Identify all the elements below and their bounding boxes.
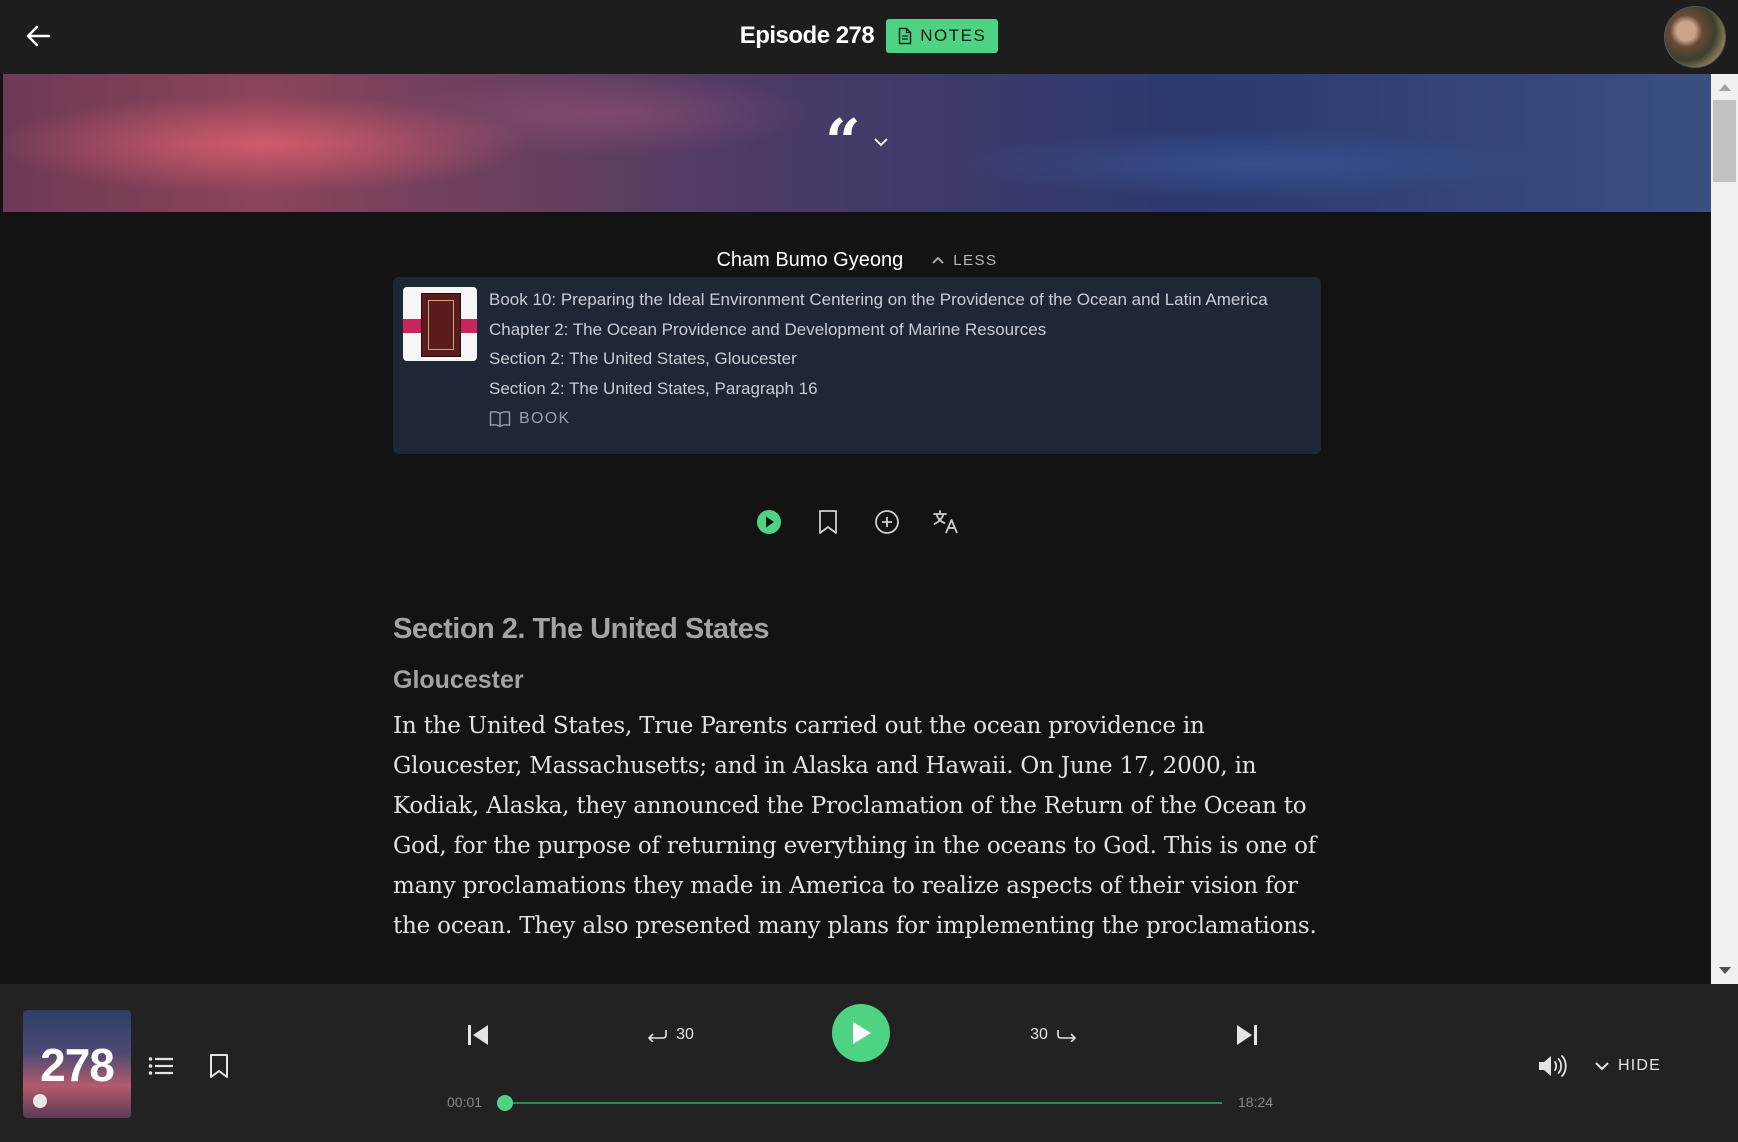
chevron-down-icon [1595, 1062, 1609, 1071]
translate-icon [932, 510, 958, 534]
action-bar [3, 507, 1711, 543]
total-time: 18:24 [1238, 1094, 1274, 1110]
title-group: Episode 278 NOTES [0, 18, 1738, 54]
paragraph-text: In the United States, True Parents carri… [393, 713, 1317, 939]
rewind-30-button[interactable]: 30 [640, 1018, 700, 1052]
vertical-scrollbar[interactable] [1711, 74, 1738, 984]
play-circle-icon [756, 510, 781, 534]
section-line: Section 2: The United States, Gloucester [489, 349, 797, 368]
paragraph-line: Section 2: The United States, Paragraph … [489, 378, 818, 398]
book-button[interactable]: BOOK [489, 410, 570, 428]
progress-track[interactable] [504, 1102, 1222, 1104]
list-icon [148, 1057, 173, 1075]
subsection-title: Gloucester [393, 666, 524, 694]
forward-30-button[interactable]: 30 [1024, 1018, 1084, 1052]
play-paragraph-button[interactable] [754, 507, 784, 537]
book-cover-image [403, 287, 477, 361]
chevron-up-icon [932, 256, 944, 264]
top-bar: Episode 278 NOTES [0, 0, 1738, 74]
play-button[interactable] [832, 1004, 890, 1062]
book-reference-lines: Book 10: Preparing the Ideal Environment… [489, 285, 1311, 403]
skip-next-icon [1237, 1025, 1257, 1045]
rewind-label: 30 [676, 1026, 694, 1043]
bookmark-icon [210, 1054, 228, 1078]
episode-thumbnail[interactable]: 278 [23, 1010, 131, 1118]
volume-icon [1539, 1055, 1567, 1077]
chapter-line: Chapter 2: The Ocean Providence and Deve… [489, 319, 1047, 339]
add-paragraph-button[interactable] [872, 507, 902, 537]
document-icon [899, 27, 912, 45]
scroll-down-arrow-icon[interactable] [1719, 967, 1731, 974]
article-body: Section 2. The United States Gloucester … [393, 604, 1333, 946]
scroll-thumb[interactable] [1713, 100, 1736, 182]
chevron-down-icon [874, 138, 888, 147]
quote-toggle[interactable]: “ [825, 105, 889, 178]
section-title: Section 2. The United States [393, 613, 769, 645]
player-bookmark-button[interactable] [201, 1048, 237, 1084]
less-button[interactable]: LESS [931, 252, 997, 269]
playlist-button[interactable] [143, 1048, 179, 1084]
avatar[interactable] [1664, 6, 1726, 68]
source-name: Cham Bumo Gyeong [716, 248, 904, 271]
book-reference-card: Book 10: Preparing the Ideal Environment… [393, 277, 1321, 454]
notes-button[interactable]: NOTES [886, 19, 999, 53]
notes-label: NOTES [920, 26, 987, 45]
hide-player-button[interactable]: HIDE [1594, 1052, 1661, 1080]
podcast-logo-icon [33, 1094, 47, 1108]
source-header: Cham Bumo Gyeong LESS [3, 242, 1711, 278]
forward-label: 30 [1030, 1026, 1048, 1043]
open-book-icon [489, 411, 511, 428]
bookmark-paragraph-button[interactable] [813, 507, 843, 537]
add-circle-icon [874, 510, 899, 534]
book-label: BOOK [519, 410, 571, 427]
audio-player: 278 30 30 00:01 18:24 HIDE [0, 984, 1738, 1142]
quote-icon: “ [825, 105, 861, 178]
episode-title: Episode 278 [739, 22, 875, 49]
next-button[interactable] [1230, 1018, 1264, 1052]
previous-button[interactable] [461, 1018, 495, 1052]
translate-button[interactable] [931, 507, 961, 537]
book-line: Book 10: Preparing the Ideal Environment… [489, 290, 1268, 309]
progress-handle[interactable] [496, 1095, 513, 1111]
quote-banner: “ [3, 74, 1711, 212]
volume-button[interactable] [1534, 1048, 1570, 1084]
hide-label: HIDE [1618, 1057, 1662, 1074]
scroll-up-arrow-icon[interactable] [1719, 84, 1731, 91]
bookmark-icon [818, 510, 837, 534]
episode-thumbnail-number: 278 [40, 1039, 115, 1091]
rewind-arrow-icon [647, 1030, 667, 1042]
play-icon [853, 1022, 871, 1044]
skip-previous-icon [468, 1025, 488, 1045]
less-label: LESS [953, 251, 998, 269]
current-time: 00:01 [447, 1094, 483, 1110]
forward-arrow-icon [1057, 1030, 1077, 1042]
content-scroll-area[interactable]: “ Cham Bumo Gyeong LESS Book 10: Prepari… [3, 74, 1711, 984]
